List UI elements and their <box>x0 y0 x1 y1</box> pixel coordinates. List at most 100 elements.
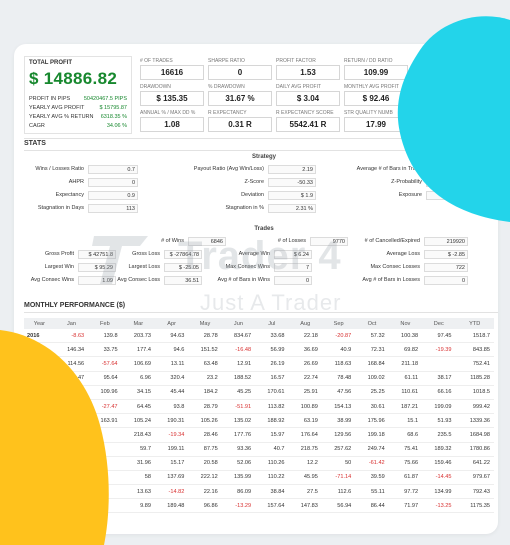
month-value-cell: 641.22 <box>455 456 494 471</box>
month-value-cell: 168.84 <box>355 356 389 372</box>
month-value-cell: 1185.28 <box>455 371 494 386</box>
month-value-cell: 30.61 <box>355 399 389 415</box>
metric-value: $ 135.35 <box>140 91 204 106</box>
stat-value: 113 <box>88 204 138 213</box>
month-value-cell: 57.32 <box>355 329 389 344</box>
month-value-cell <box>422 356 456 372</box>
month-value-cell: 36.69 <box>288 342 322 358</box>
month-value-cell: 45.25 <box>221 385 256 400</box>
stat-label-text: Gross Profit <box>44 251 74 257</box>
metric-tile: # OF TRADES 16616 <box>140 58 204 80</box>
summary-row-label: YEARLY AVG PROFIT <box>29 105 85 111</box>
month-value-cell: 28.78 <box>188 329 222 344</box>
month-value-cell: 135.99 <box>221 470 256 486</box>
month-value-cell: 31.96 <box>121 456 155 471</box>
month-value-cell: 15.97 <box>255 427 289 443</box>
stat-label-text: # of Losses <box>277 238 306 244</box>
column-header: Mar <box>121 318 155 329</box>
metric-tile: R EXPECTANCY SCORE 5542.41 R <box>276 110 340 132</box>
month-value-cell: 94.6 <box>154 342 189 358</box>
stat-value: 2.19 <box>268 165 316 174</box>
month-value-cell: 38.17 <box>422 371 456 386</box>
month-value-cell: 61.11 <box>388 371 423 386</box>
stat-value: 36.51 <box>164 276 202 285</box>
month-value-cell: 69.82 <box>388 342 423 358</box>
month-value-cell: -19.34 <box>154 427 189 443</box>
month-value-cell: 58 <box>121 470 155 486</box>
month-value-cell: 75.66 <box>388 456 423 471</box>
month-value-cell: 199.11 <box>154 442 189 457</box>
metric-label: R EXPECTANCY SCORE <box>276 110 334 116</box>
month-value-cell: -13.29 <box>221 498 256 514</box>
month-value-cell: 113.82 <box>255 399 289 415</box>
month-value-cell: 22.16 <box>188 484 222 500</box>
metric-label: ANNUAL % / MAX DD % <box>140 110 196 116</box>
month-value-cell: 235.5 <box>422 427 456 443</box>
month-value-cell: 16.57 <box>255 371 289 386</box>
month-value-cell: 15.17 <box>154 456 189 471</box>
month-value-cell: 63.48 <box>188 356 222 372</box>
month-value-cell: 105.24 <box>121 413 155 429</box>
stat-value: 7 <box>274 263 312 272</box>
stat-value: 0 <box>88 178 138 187</box>
column-header: Dec <box>422 318 456 329</box>
month-value-cell: 105.26 <box>188 413 222 429</box>
month-value-cell: 129.56 <box>321 427 356 443</box>
stat-value: 722 <box>424 263 468 272</box>
month-value-cell: 222.12 <box>188 470 222 486</box>
month-value-cell: 190.31 <box>154 413 189 429</box>
month-value-cell: 52.06 <box>221 456 256 471</box>
metric-value: $ 3.04 <box>276 91 340 106</box>
month-value-cell: 45.95 <box>288 470 322 486</box>
month-value-cell: 38.99 <box>321 413 356 429</box>
month-value-cell: 979.67 <box>455 470 494 486</box>
strategy-group-title: Strategy <box>251 154 276 160</box>
stat-label-text: Average Win <box>238 251 270 257</box>
column-header: Year <box>24 318 55 329</box>
metric-tile: PROFIT FACTOR 1.53 <box>276 58 340 80</box>
metric-label: SHARPE RATIO <box>208 58 245 64</box>
month-value-cell: 56.99 <box>255 342 289 358</box>
month-value-cell: 177.4 <box>121 342 155 358</box>
stat-value: 6846 <box>188 237 226 246</box>
month-value-cell: 218.75 <box>288 442 322 457</box>
month-value-cell: 110.26 <box>255 456 289 471</box>
monthly-performance-title: MONTHLY PERFORMANCE ($) <box>24 302 126 309</box>
metric-tile: DRAWDOWN $ 135.35 <box>140 84 204 106</box>
metric-value: 1.08 <box>140 117 204 132</box>
summary-row-value: 6318.35 % <box>100 114 127 120</box>
month-value-cell: 55.11 <box>355 484 389 500</box>
month-value-cell: 211.18 <box>388 356 423 372</box>
month-value-cell: 27.5 <box>288 484 322 500</box>
stat-label-text: Payout Ratio (Avg Win/Loss) <box>193 166 264 172</box>
month-value-cell: 26.19 <box>255 356 289 372</box>
month-value-cell: 159.46 <box>422 456 456 471</box>
stat-value: $ -27864.78 <box>164 250 202 259</box>
month-value-cell: 154.13 <box>321 399 356 415</box>
month-value-cell: 175.96 <box>355 413 389 429</box>
month-value-cell: 25.25 <box>355 385 389 400</box>
month-value-cell: 999.42 <box>455 399 494 415</box>
total-profit-value: $ 14886.82 <box>29 69 118 88</box>
cyan-blob-decoration <box>397 16 510 222</box>
stat-value: $ -2.85 <box>424 250 468 259</box>
stat-label-text: AHPR <box>68 179 84 185</box>
summary-row-label: YEARLY AVG % RETURN <box>29 114 94 120</box>
month-value-cell: 28.79 <box>188 399 222 415</box>
month-value-cell: 33.68 <box>255 329 289 344</box>
month-value-cell: 64.45 <box>121 399 155 415</box>
month-value-cell: 218.43 <box>121 427 155 443</box>
stat-value: 219920 <box>424 237 468 246</box>
month-value-cell: 109.02 <box>355 371 389 386</box>
stat-label-text: Deviation <box>241 192 264 198</box>
month-value-cell: 151.52 <box>188 342 222 358</box>
month-value-cell: 752.41 <box>455 356 494 372</box>
month-value-cell: 189.48 <box>154 498 189 514</box>
month-value-cell: 93.36 <box>221 442 256 457</box>
stat-value: $ 1.9 <box>268 191 316 200</box>
metric-value: 0 <box>208 65 272 80</box>
month-value-cell: 1175.35 <box>455 498 494 514</box>
month-value-cell: 66.16 <box>422 385 456 400</box>
column-header: Oct <box>355 318 389 329</box>
yellow-blob-decoration <box>0 330 109 545</box>
